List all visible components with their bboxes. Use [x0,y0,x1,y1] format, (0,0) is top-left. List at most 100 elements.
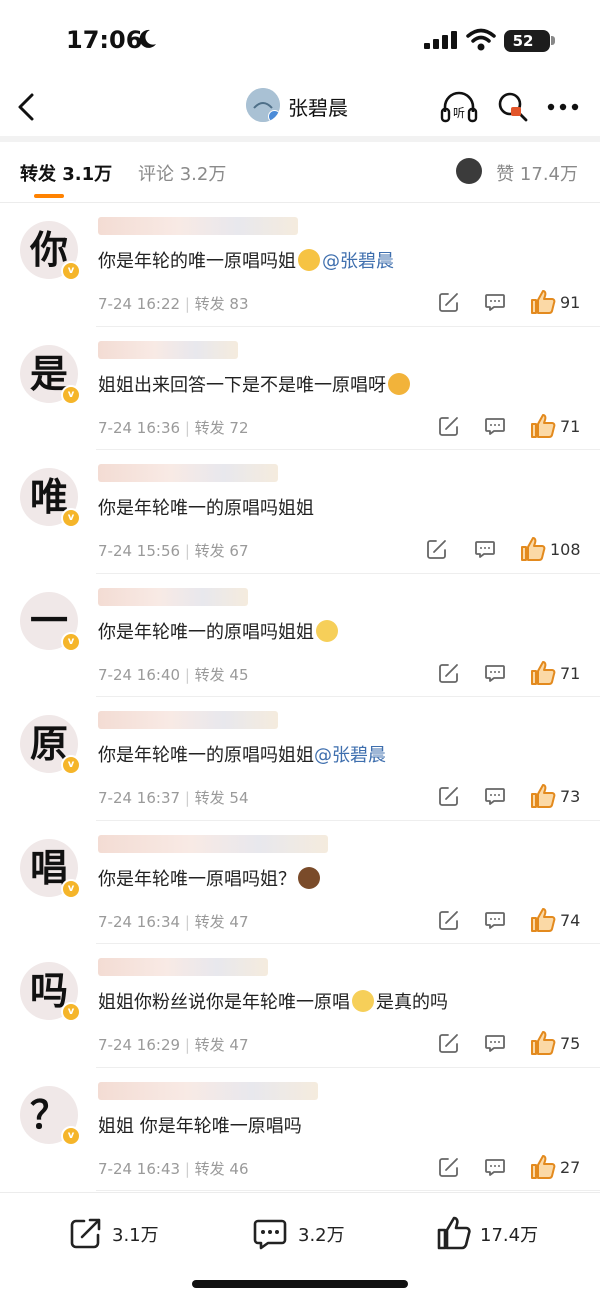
poop-emoji [298,866,320,889]
share-icon[interactable] [438,291,460,313]
repost-content: 姐姐你粉丝说你是年轮唯一原唱 是真的吗 [98,988,448,1014]
repost-date: 7-24 16:37 [98,789,181,807]
tab-repost-label: 转发 [20,164,56,185]
like-icon[interactable] [530,907,556,933]
share-icon[interactable] [438,1156,460,1178]
comment-icon[interactable] [484,1156,506,1178]
verified-badge: v [61,508,81,528]
verified-badge: v [61,755,81,775]
username-blurred[interactable] [98,834,328,853]
laugh-emoji [298,249,320,271]
repost-meta: 7-24 16:29 | 转发 47 [98,1036,249,1054]
mention-link[interactable]: @张碧晨 [322,251,394,272]
tab-comment[interactable]: 评论 3.2万 [138,160,226,186]
like-count: 75 [560,1034,581,1053]
repost-item[interactable]: 是 v 姐姐出来回答一下是不是唯一原唱呀 7-24 16:36 | 转发 72 … [0,327,600,450]
more-icon[interactable] [546,102,580,112]
like-count: 91 [560,293,581,312]
like-icon[interactable] [530,783,556,809]
repost-list: 你 v 你是年轮的唯一原唱吗姐 @张碧晨 7-24 16:22 | 转发 83 9… [0,203,600,1191]
repost-text: 你是年轮的唯一原唱吗姐 [98,251,296,272]
battery-indicator: 52 [504,30,550,52]
tab-bar: 转发 3.1万 评论 3.2万 赞 17.4万 [0,142,600,202]
tab-repost[interactable]: 转发 3.1万 [20,160,112,186]
status-bar: 17:06 52 [0,0,600,80]
repost-item[interactable]: 唱 v 你是年轮唯一原唱吗姐？ 7-24 16:34 | 转发 47 74 [0,821,600,944]
like-icon[interactable] [530,1154,556,1180]
tab-like[interactable]: 赞 17.4万 [496,160,578,186]
svg-text:听: 听 [453,106,465,120]
like-icon[interactable] [530,1030,556,1056]
comment-icon[interactable] [484,785,506,807]
repost-text: 你是年轮唯一的原唱吗姐姐 [98,498,314,519]
repost-text: 姐姐你粉丝说你是年轮唯一原唱 [98,992,350,1013]
share-icon[interactable] [438,415,460,437]
wifi-icon [466,28,496,51]
share-icon[interactable] [438,909,460,931]
comment-icon[interactable] [484,1032,506,1054]
repost-meta: 7-24 15:56 | 转发 67 [98,542,249,560]
page-title[interactable]: 张碧晨 [288,92,348,121]
repost-item[interactable]: 原 v 你是年轮唯一的原唱吗姐姐@张碧晨 7-24 16:37 | 转发 54 … [0,697,600,821]
repost-item[interactable]: 一 v 你是年轮唯一的原唱吗姐姐 7-24 16:40 | 转发 45 71 [0,574,600,697]
comment-icon[interactable] [474,538,496,560]
repost-text: 你是年轮唯一原唱吗姐？ [98,868,296,890]
username-blurred[interactable] [98,340,238,359]
repost-item[interactable]: 你 v 你是年轮的唯一原唱吗姐 @张碧晨 7-24 16:22 | 转发 83 9… [0,203,600,327]
bottom-repost-count[interactable]: 3.1万 [112,1221,159,1247]
battery-level: 52 [512,32,534,50]
like-count: 74 [560,910,581,930]
username-blurred[interactable] [98,1081,318,1100]
like-count: 27 [560,1157,581,1177]
back-icon[interactable] [14,92,42,122]
like-icon[interactable] [530,413,556,439]
share-icon[interactable] [426,538,448,560]
share-icon[interactable] [438,1032,460,1054]
bottom-like-count[interactable]: 17.4万 [480,1221,538,1247]
repost-icon[interactable] [68,1215,104,1251]
share-icon[interactable] [438,785,460,807]
row-separator [96,1190,600,1191]
mention-link[interactable]: @张碧晨 [314,745,386,766]
comment-icon[interactable] [484,662,506,684]
verified-badge: v [61,261,81,281]
repost-date: 7-24 16:36 [98,418,181,437]
repost-count: 转发 83 [194,295,249,313]
bottom-comment-count[interactable]: 3.2万 [298,1221,345,1247]
username-blurred[interactable] [98,711,278,729]
repost-content: 你是年轮唯一的原唱吗姐姐 [98,618,340,644]
search-icon[interactable] [496,90,530,124]
like-icon[interactable] [530,289,556,315]
like-icon[interactable] [436,1215,472,1251]
profile-avatar[interactable] [246,88,280,122]
repost-count: 转发 45 [194,665,249,684]
verified-badge: v [61,631,81,652]
repost-item[interactable]: 唯 v 你是年轮唯一的原唱吗姐姐 7-24 15:56 | 转发 67 108 [0,450,600,574]
repost-count: 转发 54 [194,789,249,807]
repost-content: 你是年轮唯一的原唱吗姐姐 [98,494,314,520]
username-blurred[interactable] [98,587,248,606]
like-icon[interactable] [520,536,546,562]
scared-emoji [352,990,374,1012]
comment-icon[interactable] [484,415,506,437]
comment-icon[interactable] [252,1215,288,1251]
repost-item[interactable]: ？ v 姐姐 你是年轮唯一原唱吗 7-24 16:43 | 转发 46 27 [0,1068,600,1191]
repost-date: 7-24 16:34 [98,912,181,931]
repost-content: 你是年轮唯一原唱吗姐？ [98,865,322,891]
home-indicator[interactable] [192,1280,408,1288]
comment-icon[interactable] [484,291,506,313]
repost-count: 转发 46 [194,1159,249,1178]
listen-icon[interactable]: 听 [440,90,478,124]
comment-icon[interactable] [484,909,506,931]
repost-meta: 7-24 16:22 | 转发 83 [98,295,249,313]
share-icon[interactable] [438,662,460,684]
username-blurred[interactable] [98,958,268,976]
verified-badge: v [61,1002,81,1022]
verified-badge: v [61,1125,81,1146]
repost-count: 转发 67 [194,542,249,560]
like-icon[interactable] [530,660,556,686]
username-blurred[interactable] [98,217,298,235]
liker-avatar [456,158,482,184]
username-blurred[interactable] [98,464,278,482]
repost-item[interactable]: 吗 v 姐姐你粉丝说你是年轮唯一原唱 是真的吗 7-24 16:29 | 转发 4… [0,944,600,1068]
